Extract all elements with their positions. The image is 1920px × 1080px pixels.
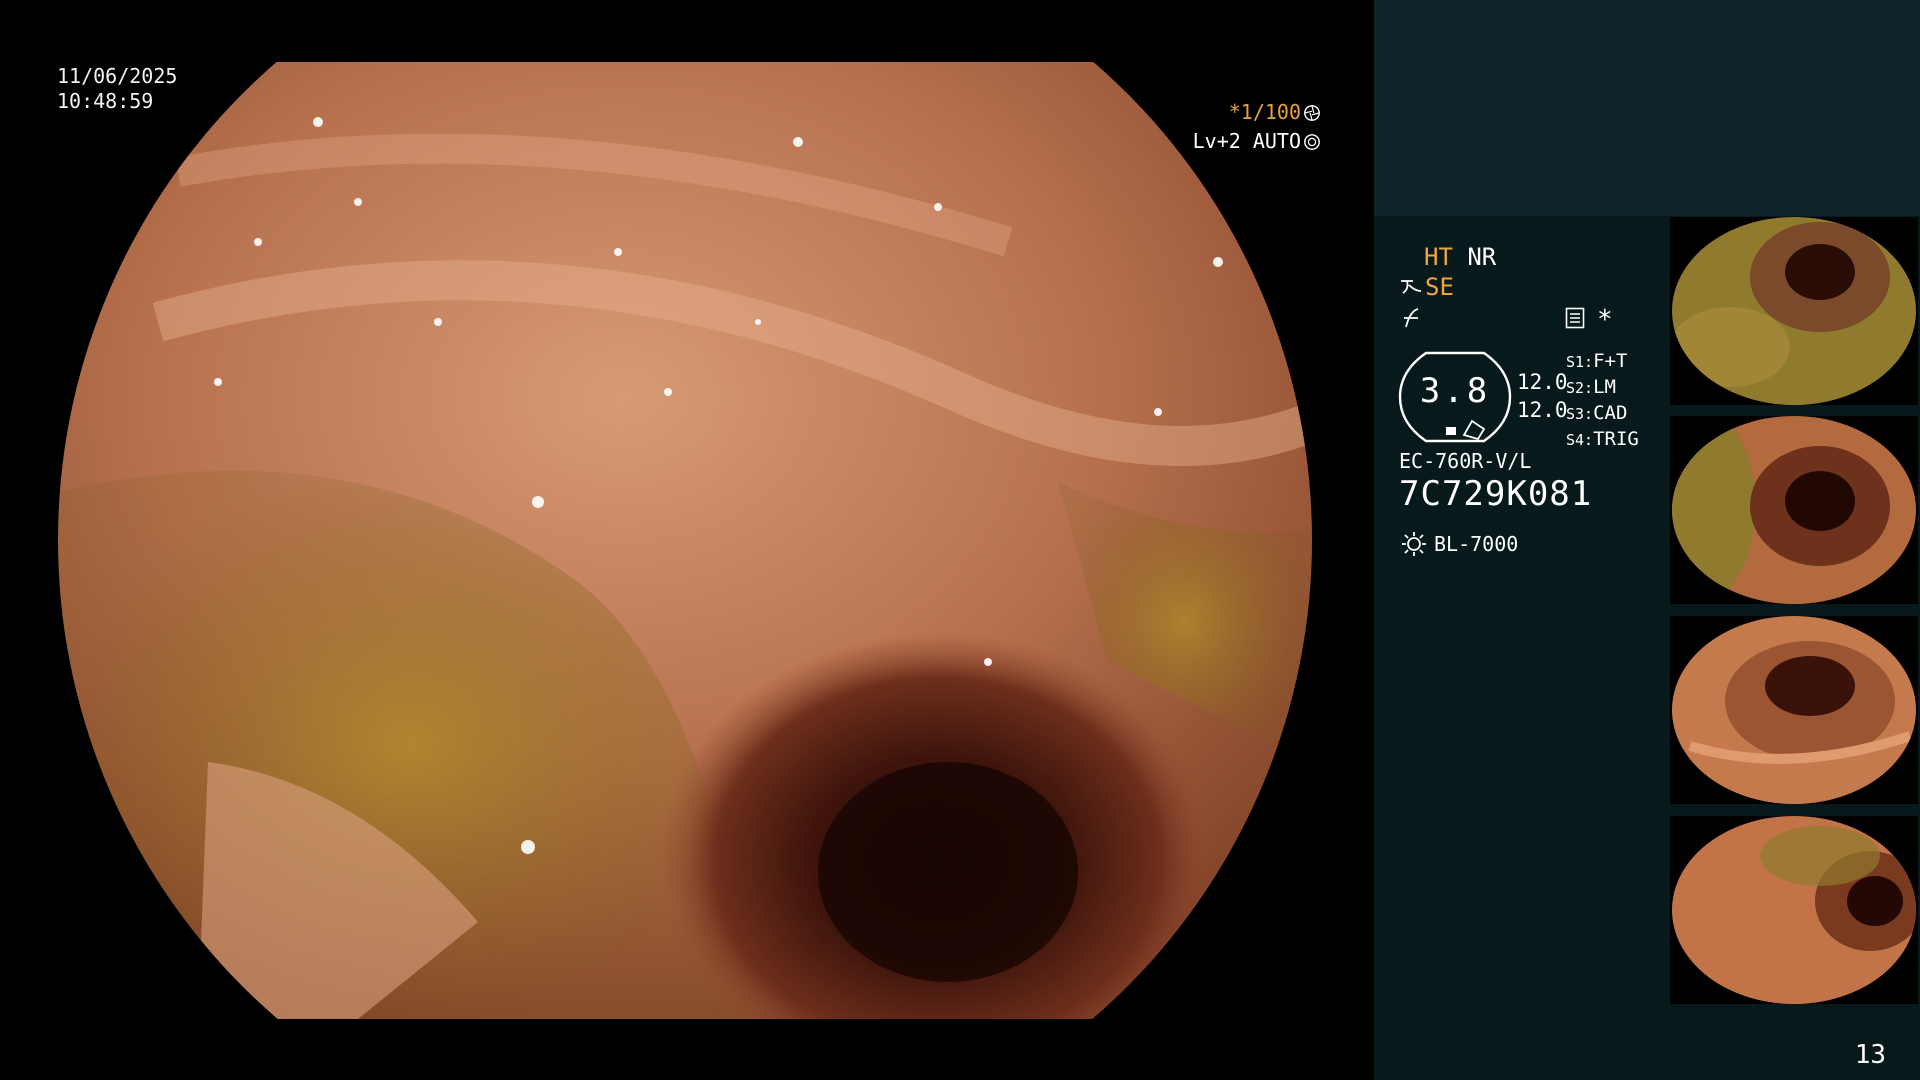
light-source: BL-7000 xyxy=(1400,530,1518,558)
memory-card-icon xyxy=(1565,307,1585,329)
date-text: 11/06/2025 xyxy=(57,64,178,88)
gauge-value: 3.8 xyxy=(1419,371,1491,411)
page-number: 13 xyxy=(1854,1040,1886,1070)
thumbnail-image xyxy=(1672,416,1916,604)
switch-row: S2:LM xyxy=(1566,376,1616,398)
capture-thumbnail[interactable] xyxy=(1670,616,1918,804)
datetime-display: 11/06/2025 10:48:59 xyxy=(57,64,177,114)
switch-assignments: S1:F+T S2:LM S3:CAD S4:TRIG xyxy=(1566,349,1639,453)
value-a: 12.0 xyxy=(1517,370,1568,394)
image-mode-line: HT NR xyxy=(1424,243,1496,271)
shutter-speed-text: *1/100 xyxy=(1228,100,1301,124)
value-b: 12.0 xyxy=(1517,398,1568,422)
scope-model-text: EC-760R-V/L xyxy=(1399,449,1532,473)
scope-serial-text: 7C729K081 xyxy=(1399,474,1593,514)
iris-icon xyxy=(1304,104,1320,121)
structure-enhance-line: SE xyxy=(1399,273,1454,301)
main-endoscope-view: 11/06/2025 10:48:59 *1/100 Lv+2 AUTO xyxy=(0,0,1372,1080)
side-panel-header xyxy=(1374,0,1920,216)
structure-enhance-icon xyxy=(1401,280,1422,294)
switch-row: S1:F+T xyxy=(1566,350,1628,372)
f-curve-icon xyxy=(1404,308,1419,328)
aperture-icon xyxy=(1304,133,1320,150)
level-auto-text: Lv+2 AUTO xyxy=(1192,129,1301,153)
light-source-text: BL-7000 xyxy=(1434,532,1519,556)
capture-thumbnail[interactable] xyxy=(1670,416,1918,604)
nr-indicator: NR xyxy=(1467,243,1497,271)
capture-thumbnail[interactable] xyxy=(1670,816,1918,1004)
time-text: 10:48:59 xyxy=(57,89,154,113)
se-indicator: SE xyxy=(1425,273,1454,301)
thumbnail-image xyxy=(1672,217,1916,405)
capture-thumbnail[interactable] xyxy=(1670,217,1918,405)
asterisk-indicator: * xyxy=(1597,305,1613,335)
switch-row: S4:TRIG xyxy=(1566,428,1639,450)
endoscope-live-image xyxy=(58,62,1312,1019)
thumbnail-image xyxy=(1672,816,1916,1004)
thumbnail-image xyxy=(1672,616,1916,804)
ht-indicator: HT xyxy=(1424,243,1453,271)
lamp-icon xyxy=(1402,532,1426,556)
exposure-display: *1/100 Lv+2 AUTO xyxy=(1193,98,1321,156)
switch-row: S3:CAD xyxy=(1566,402,1628,424)
